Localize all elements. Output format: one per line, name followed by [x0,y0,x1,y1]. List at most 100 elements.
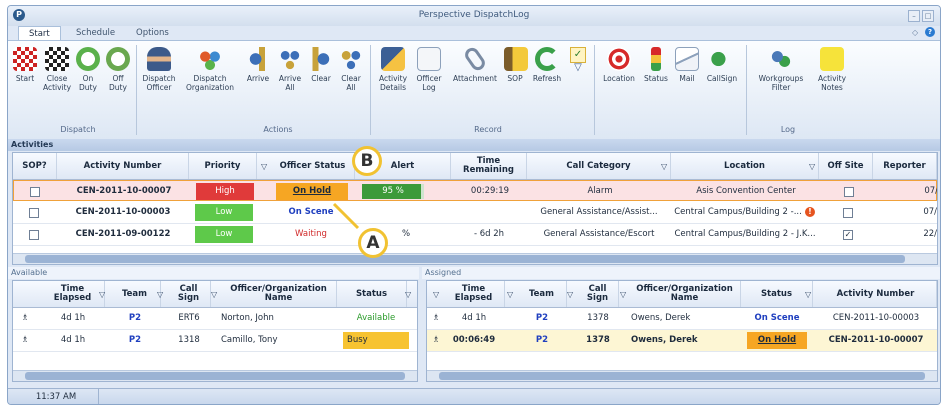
tab-schedule[interactable]: Schedule [66,26,125,40]
scroll-thumb[interactable] [439,372,925,380]
activity-notes-label: Activity Notes [817,74,847,92]
col-status[interactable]: Status [741,281,813,307]
filter-icon[interactable]: ▽ [620,290,626,299]
activities-horizontal-scrollbar[interactable] [13,253,937,264]
col-status[interactable]: Status [337,281,407,307]
filter-icon[interactable]: ▽ [211,290,217,299]
status-button[interactable]: Status [642,47,670,83]
close-activity-button[interactable]: Close Activity [42,47,72,92]
mail-button[interactable]: Mail [674,47,700,83]
assigned-horizontal-scrollbar[interactable] [427,370,937,381]
available-horizontal-scrollbar[interactable] [13,370,417,381]
filter-icon[interactable]: ▽ [261,162,267,171]
sop-checkbox[interactable] [30,187,40,197]
col-call-category[interactable]: Call Category [527,153,671,179]
table-row[interactable]: CEN-2011-10-00003 Low On Scene General A… [13,202,937,224]
officer-log-button[interactable]: Officer Log [414,47,444,92]
col-time-elapsed[interactable]: Time Elapsed [443,281,505,307]
filter-icon[interactable]: ▽ [405,290,411,299]
col-activity-number[interactable]: Activity Number [815,281,937,307]
filter-icon[interactable]: ▽ [805,290,811,299]
table-row[interactable]: ♗ 4d 1h P2 ERT6 Norton, John Available [13,308,417,330]
help-icon[interactable]: ? [925,27,935,37]
table-row[interactable]: ♗ 4d 1h P2 1378 Owens, Derek On Scene CE… [427,308,937,330]
team: P2 [535,313,549,323]
on-duty-button[interactable]: On Duty [74,47,102,92]
call-sign: ERT6 [178,313,200,323]
col-off-site[interactable]: Off Site [819,153,873,179]
tab-start[interactable]: Start [18,26,61,41]
tab-options[interactable]: Options [126,26,179,40]
col-time-elapsed[interactable]: Time Elapsed [41,281,105,307]
col-reporter[interactable]: Reporter [873,153,937,179]
time-remaining: 00:29:19 [470,186,510,196]
mail-icon [675,47,699,71]
col-officer-name[interactable]: Officer/Organization Name [221,281,337,307]
col-team[interactable]: Team [109,281,161,307]
scroll-thumb[interactable] [25,255,905,263]
minimize-icon[interactable]: – [908,10,920,22]
available-header: Time Elapsed ▽ Team ▽ Call Sign ▽ Office… [13,281,417,308]
col-call-sign[interactable]: Call Sign [577,281,619,307]
col-location[interactable]: Location [671,153,819,179]
maximize-icon[interactable]: □ [922,10,934,22]
col-call-sign[interactable]: Call Sign [167,281,211,307]
table-row[interactable]: ♗ 00:06:49 P2 1378 Owens, Derek On Hold … [427,330,937,352]
alert-value: % [401,229,411,239]
close-activity-label: Close Activity [42,74,72,92]
scroll-thumb[interactable] [25,372,405,380]
activity-number: CEN-2011-10-00003 [832,313,920,323]
filter-icon[interactable]: ▽ [507,290,513,299]
call-sign: 1378 [586,335,610,345]
activity-number: CEN-2011-09-00122 [75,229,171,239]
clear-button[interactable]: Clear [308,47,334,83]
officer-status[interactable]: On Hold [747,332,807,349]
table-row[interactable]: CEN-2011-10-00007 High On Hold 95 % 00:2… [13,180,937,201]
ribbon-separator [136,45,137,135]
table-row[interactable]: ♗ 4d 1h P2 1318 Camillo, Tony Busy [13,330,417,352]
off-site-checkbox[interactable] [844,187,854,197]
col-team[interactable]: Team [517,281,567,307]
col-activity-number[interactable]: Activity Number [57,153,189,179]
officer-log-icon [417,47,441,71]
off-site-checkbox[interactable]: ✓ [843,230,853,240]
table-row[interactable]: CEN-2011-09-00122 Low Waiting % - 6d 2h … [13,224,937,246]
col-time-remaining[interactable]: Time Remaining [451,153,527,179]
col-officer-name[interactable]: Officer/Organization Name [629,281,741,307]
ribbon-collapse-icon[interactable]: ◇ [912,28,918,37]
attachment-button[interactable]: Attachment [450,45,500,83]
filter-icon[interactable]: ▽ [433,290,439,299]
location-button[interactable]: Location [602,47,636,83]
arrive-all-button[interactable]: Arrive All [276,47,304,92]
window-title: Perspective DispatchLog [418,10,530,20]
sop-checkbox[interactable] [29,208,39,218]
activity-notes-button[interactable]: Activity Notes [814,47,850,92]
clear-all-button[interactable]: Clear All [338,47,364,92]
officer-status[interactable]: On Scene [741,308,813,329]
sop-button[interactable]: SOP [504,47,528,83]
filter-icon[interactable]: ▽ [157,290,163,299]
filter-icon[interactable]: ▽ [661,162,667,171]
alert-icon[interactable]: ! [805,207,815,217]
col-sop[interactable]: SOP? [13,153,57,179]
filter-icon[interactable]: ▽ [99,290,105,299]
workgroups-filter-button[interactable]: Workgroups Filter [754,47,808,92]
callsign-button[interactable]: CallSign [704,47,740,83]
officer-status[interactable]: Available [343,308,409,329]
off-duty-button[interactable]: Off Duty [104,47,132,92]
col-priority[interactable]: Priority [189,153,257,179]
filter-icon[interactable]: ▽ [809,162,815,171]
start-button[interactable]: Start [12,47,38,83]
dispatch-organization-button[interactable]: Dispatch Organization [184,47,236,92]
dispatch-officer-label: Dispatch Officer [142,74,176,92]
filter-icon[interactable]: ▽ [567,290,573,299]
team: P2 [128,335,142,345]
officer-status[interactable]: Busy [343,332,409,349]
sop-checkbox[interactable] [29,230,39,240]
off-site-checkbox[interactable] [843,208,853,218]
refresh-button[interactable]: Refresh [530,47,564,83]
arrive-button[interactable]: Arrive [244,47,272,83]
dispatch-officer-button[interactable]: Dispatch Officer [142,47,176,92]
activity-details-button[interactable]: Activity Details [376,47,410,92]
filter-toggle-button[interactable]: ✓ ▽ [568,47,588,73]
